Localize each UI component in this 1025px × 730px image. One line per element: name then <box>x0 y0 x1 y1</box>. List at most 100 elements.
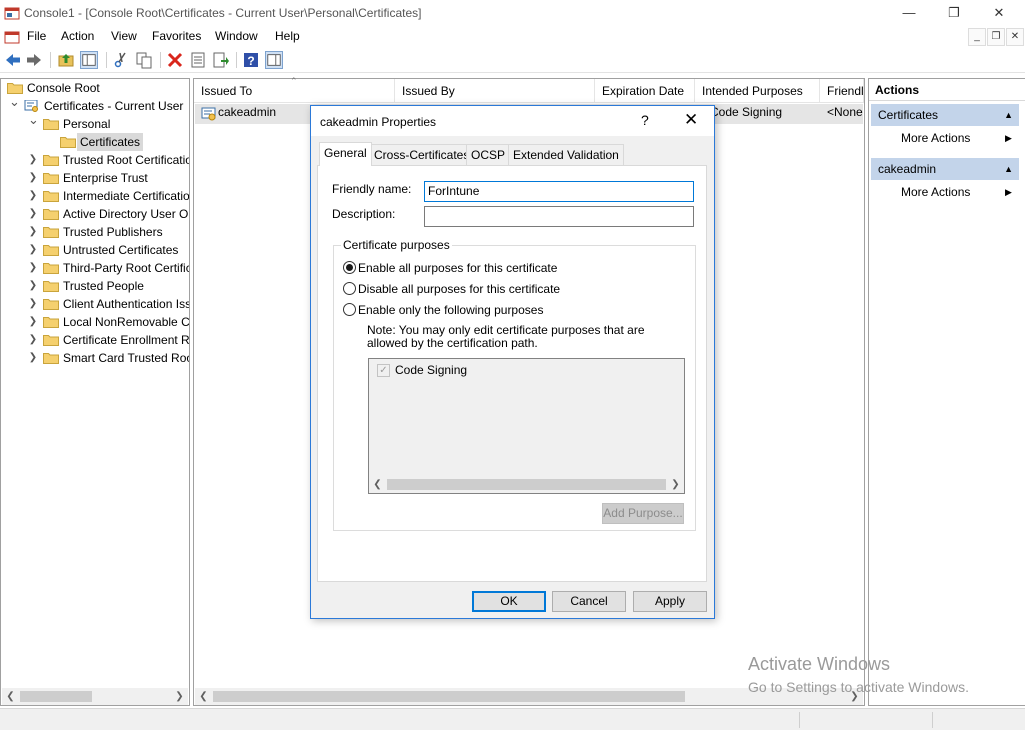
column-expiration-date[interactable]: Expiration Date <box>595 79 695 103</box>
folder-icon <box>43 245 59 256</box>
more-actions-cakeadmin[interactable]: More Actions <box>901 185 970 199</box>
collapsed-chevron-icon[interactable]: ❯ <box>28 169 38 187</box>
up-folder-icon[interactable] <box>57 51 75 69</box>
column-intended-purposes[interactable]: Intended Purposes <box>695 79 820 103</box>
menu-help[interactable]: Help <box>275 29 300 43</box>
export-list-icon[interactable] <box>212 51 230 69</box>
scroll-thumb[interactable] <box>213 691 685 702</box>
menu-window[interactable]: Window <box>215 29 258 43</box>
collapsed-chevron-icon[interactable]: ❯ <box>28 295 38 313</box>
mdi-restore-button[interactable]: ❐ <box>987 28 1005 46</box>
tree-item-label: Active Directory User Object <box>63 207 189 221</box>
properties-icon[interactable] <box>189 51 207 69</box>
radio-enable-following[interactable] <box>343 303 356 316</box>
radio-enable-all-label[interactable]: Enable all purposes for this certificate <box>358 261 557 275</box>
expanded-chevron-icon[interactable]: ⌄ <box>28 111 39 129</box>
dialog-close-button[interactable]: ✕ <box>684 110 698 130</box>
tree-item-label: Smart Card Trusted Roots <box>63 351 189 365</box>
cut-icon[interactable] <box>112 51 130 69</box>
menu-file[interactable]: File <box>27 29 46 43</box>
tree-item-label: Enterprise Trust <box>63 171 148 185</box>
collapsed-chevron-icon[interactable]: ❯ <box>28 349 38 367</box>
minimize-button[interactable]: — <box>886 0 932 27</box>
folder-icon <box>60 137 76 148</box>
scroll-left-arrow-icon[interactable]: ❮ <box>195 688 212 705</box>
copy-icon[interactable] <box>135 51 153 69</box>
collapsed-chevron-icon[interactable]: ❯ <box>28 187 38 205</box>
scroll-right-arrow-icon[interactable]: ❯ <box>667 476 684 493</box>
scroll-thumb[interactable] <box>387 479 666 490</box>
cancel-button[interactable]: Cancel <box>552 591 626 612</box>
maximize-button[interactable]: ❐ <box>931 0 977 27</box>
show-hide-tree-icon[interactable] <box>80 51 98 69</box>
scroll-thumb[interactable] <box>20 691 92 702</box>
description-label: Description: <box>332 207 396 221</box>
purposes-list[interactable]: ✓ Code Signing ❮ ❯ <box>368 358 685 494</box>
radio-disable-all[interactable] <box>343 282 356 295</box>
add-purpose-button[interactable]: Add Purpose... <box>602 503 684 524</box>
mdi-close-button[interactable]: ✕ <box>1006 28 1024 46</box>
tree-item-label: Console Root <box>27 81 100 95</box>
folder-icon <box>43 299 59 310</box>
ok-button[interactable]: OK <box>472 591 546 612</box>
collapsed-chevron-icon[interactable]: ❯ <box>28 241 38 259</box>
apply-button[interactable]: Apply <box>633 591 707 612</box>
collapsed-chevron-icon[interactable]: ❯ <box>28 331 38 349</box>
menu-view[interactable]: View <box>111 29 137 43</box>
tree-item-label: Client Authentication Issuers <box>63 297 189 311</box>
console-tree: Console Root ⌄ Certificates - Current User… <box>1 79 189 685</box>
dialog-help-button[interactable]: ? <box>641 112 649 128</box>
tree-item-label: Certificate Enrollment Requests <box>63 333 189 347</box>
help-icon[interactable]: ? <box>242 51 260 69</box>
actions-group-label: Certificates <box>878 108 939 122</box>
radio-enable-following-label[interactable]: Enable only the following purposes <box>358 303 543 317</box>
svg-text:?: ? <box>247 54 254 68</box>
column-issued-by[interactable]: Issued By <box>395 79 595 103</box>
certificate-icon <box>201 107 216 121</box>
collapsed-chevron-icon[interactable]: ❯ <box>28 223 38 241</box>
checkbox-code-signing[interactable]: ✓ <box>377 364 390 377</box>
collapsed-chevron-icon[interactable]: ❯ <box>28 259 38 277</box>
scroll-left-arrow-icon[interactable]: ❮ <box>369 476 386 493</box>
purposes-horizontal-scrollbar[interactable]: ❮ ❯ <box>369 476 684 493</box>
sort-caret-icon: ⌃ <box>290 76 298 86</box>
menu-favorites[interactable]: Favorites <box>152 29 201 43</box>
actions-pane: Actions Certificates ▲ More Actions ▶ ca… <box>868 78 1025 706</box>
radio-disable-all-label[interactable]: Disable all purposes for this certificat… <box>358 282 560 296</box>
collapsed-chevron-icon[interactable]: ❯ <box>28 313 38 331</box>
scroll-left-arrow-icon[interactable]: ❮ <box>2 688 19 705</box>
menu-action[interactable]: Action <box>61 29 94 43</box>
collapsed-chevron-icon[interactable]: ❯ <box>28 151 38 169</box>
certificate-purposes-group: Certificate purposes Enable all purposes… <box>333 238 696 531</box>
tab-general[interactable]: General <box>319 142 372 166</box>
collapse-up-icon[interactable]: ▲ <box>1004 158 1013 180</box>
tab-extended-validation[interactable]: Extended Validation <box>508 144 624 165</box>
tab-cross-certificates[interactable]: Cross-Certificates <box>369 144 475 165</box>
show-hide-action-pane-icon[interactable] <box>265 51 283 69</box>
tree-horizontal-scrollbar[interactable]: ❮ ❯ <box>2 688 188 705</box>
expanded-chevron-icon[interactable]: ⌄ <box>9 93 20 111</box>
collapse-up-icon[interactable]: ▲ <box>1004 104 1013 126</box>
folder-icon <box>43 263 59 274</box>
column-friendly-name[interactable]: Friendly Name <box>820 79 864 103</box>
back-arrow-icon[interactable] <box>4 51 22 69</box>
scroll-right-arrow-icon[interactable]: ❯ <box>171 688 188 705</box>
forward-arrow-icon[interactable] <box>25 51 43 69</box>
mmc-console-window: Console1 - [Console Root\Certificates - … <box>0 0 1025 730</box>
actions-group-certificates[interactable]: Certificates ▲ <box>871 104 1019 126</box>
delete-icon[interactable] <box>166 51 184 69</box>
description-field[interactable] <box>424 206 694 227</box>
tab-ocsp[interactable]: OCSP <box>466 144 511 165</box>
radio-enable-all[interactable] <box>343 261 356 274</box>
more-actions-certificates[interactable]: More Actions <box>901 131 970 145</box>
actions-group-cakeadmin[interactable]: cakeadmin ▲ <box>871 158 1019 180</box>
cell-intended-purposes: Code Signing <box>710 105 783 119</box>
folder-icon <box>43 353 59 364</box>
status-bar <box>0 708 1025 730</box>
friendly-name-field[interactable]: ForIntune <box>424 181 694 202</box>
collapsed-chevron-icon[interactable]: ❯ <box>28 205 38 223</box>
collapsed-chevron-icon[interactable]: ❯ <box>28 277 38 295</box>
close-button[interactable]: ✕ <box>976 0 1022 27</box>
mdi-minimize-button[interactable]: _ <box>968 28 986 46</box>
folder-icon <box>43 191 59 202</box>
